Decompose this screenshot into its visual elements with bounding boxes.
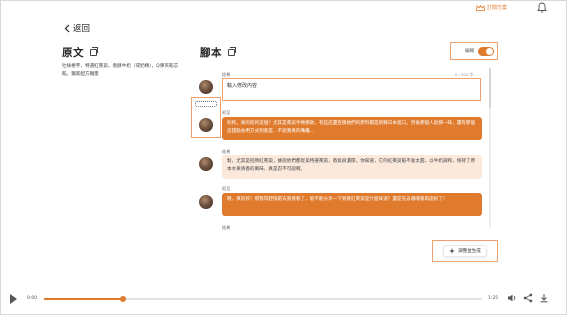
crown-icon <box>476 4 485 11</box>
script-bubble[interactable]: 對，尤其是招牌紅茱萸，據說他們都從美特選茱萸，香氣很濃郁，你知道，它的紅茱萸餡不… <box>222 155 482 179</box>
share-icon[interactable] <box>523 293 533 303</box>
volume-icon[interactable] <box>507 293 517 303</box>
edit-toggle[interactable] <box>478 46 494 56</box>
play-icon[interactable] <box>10 294 17 304</box>
subscription-plan-link[interactable]: 訂閱方案 <box>476 4 507 11</box>
avatar <box>199 195 213 209</box>
script-scrollbar[interactable] <box>489 68 491 228</box>
avatar <box>199 118 213 132</box>
sparkle-icon <box>449 248 456 254</box>
duration: 1:25 <box>488 296 499 301</box>
source-title: 原文 <box>62 47 84 59</box>
edit-label: 編輯 <box>465 49 474 54</box>
subscription-plan-label: 訂閱方案 <box>486 5 507 11</box>
voice-selector-handle[interactable] <box>195 101 217 107</box>
speaker-name: 阿至 <box>222 110 231 115</box>
current-time: 0:00 <box>27 296 38 301</box>
download-icon[interactable] <box>539 293 549 303</box>
copy-icon[interactable] <box>90 47 98 56</box>
speaker-name: 佑希 <box>222 225 231 230</box>
script-bubble[interactable]: 喔，真的欸！那我得趕快跑去買買看了，能不能分享一下到底紅茱萸是什麼味道？還是先去… <box>222 193 482 216</box>
script-edit-input[interactable]: 輸入修改內容 <box>222 78 481 101</box>
seek-bar[interactable] <box>44 296 482 302</box>
script-edit-input-value: 輸入修改內容 <box>227 83 258 89</box>
back-button[interactable]: 返回 <box>64 22 90 34</box>
script-bubble[interactable]: 欸欸，真的假的這個？尤其是茱萸手捲那款，有些店還宣稱他們的原料都是新鮮日本進口，… <box>222 117 482 140</box>
audio-player: 0:00 1:25 <box>0 288 567 310</box>
chevron-left-icon <box>64 24 70 32</box>
source-text: 吐絲捲芋，特選紅茱萸，香酥牛奶（或奶精），Q彈夾餡芯餡，獨家配方麵漿 <box>62 64 179 77</box>
top-bar: 訂閱方案 <box>0 0 567 18</box>
seek-handle[interactable] <box>119 296 126 302</box>
regenerate-highlight: 調整並生成 <box>432 240 498 262</box>
script-header: 腳本 <box>200 45 236 60</box>
seek-progress <box>44 298 123 300</box>
regenerate-label: 調整並生成 <box>458 249 481 254</box>
avatar <box>199 157 213 171</box>
scrollbar-thumb[interactable] <box>489 68 491 108</box>
regenerate-button[interactable]: 調整並生成 <box>443 245 487 257</box>
speaker-name: 阿至 <box>222 186 231 191</box>
back-label: 返回 <box>73 24 91 34</box>
script-title: 腳本 <box>200 47 222 59</box>
source-header: 原文 <box>62 45 98 60</box>
bell-icon[interactable] <box>537 2 547 13</box>
edit-toggle-group: 編輯 <box>450 42 498 60</box>
avatar <box>199 80 213 94</box>
copy-icon[interactable] <box>228 47 236 56</box>
